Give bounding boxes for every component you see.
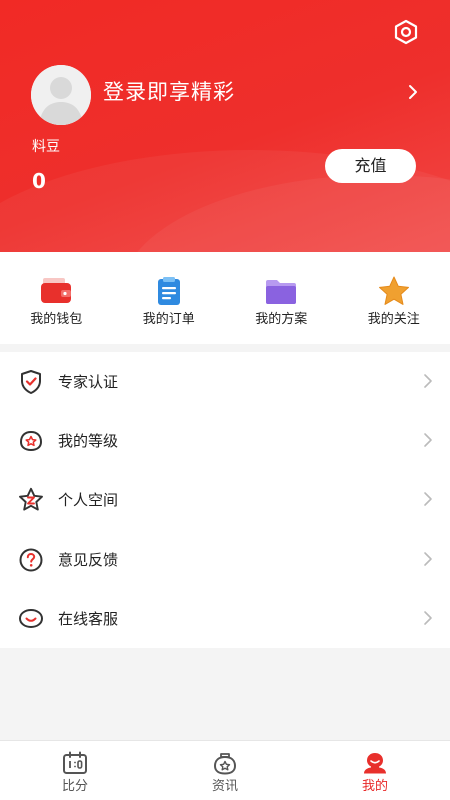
shield-check-icon: [21, 370, 41, 394]
quick-item-plans[interactable]: 我的方案: [225, 252, 338, 344]
quick-actions: 我的钱包 我的订单 我的方案 我的关注: [0, 252, 450, 344]
settings-menu: 专家认证 我的等级 个人空间 意见反馈 在线客服: [0, 352, 450, 648]
menu-item-online-service[interactable]: 在线客服: [0, 589, 450, 648]
menu-item-expert-certification[interactable]: 专家认证: [0, 352, 450, 411]
folder-icon: [266, 280, 297, 304]
default-avatar-icon: [31, 65, 91, 125]
chevron-right-icon: [424, 433, 432, 447]
quick-item-label: 我的钱包: [30, 312, 83, 327]
coin-label: 料豆: [32, 139, 60, 155]
personal-space-star-icon: [19, 488, 43, 511]
order-clipboard-icon: [157, 277, 180, 305]
question-icon: [19, 548, 43, 572]
chevron-right-icon: [424, 551, 432, 566]
quick-item-orders[interactable]: 我的订单: [113, 252, 226, 344]
settings-hexagon-icon: [394, 19, 418, 45]
menu-item-label: 个人空间: [58, 491, 119, 510]
avatar[interactable]: [31, 65, 91, 125]
menu-item-label: 专家认证: [58, 373, 119, 391]
chat-bubble-icon: [18, 608, 44, 628]
tab-mine[interactable]: 我的: [300, 741, 450, 800]
coin-balance: 0: [32, 169, 46, 193]
chevron-right-icon[interactable]: [402, 81, 424, 103]
news-icon: [213, 753, 237, 775]
tab-label: 我的: [361, 779, 388, 794]
chevron-right-icon: [424, 374, 432, 388]
recharge-button[interactable]: 充值: [325, 149, 416, 183]
wallet-icon: [41, 278, 72, 303]
quick-item-label: 我的订单: [142, 312, 195, 327]
chevron-right-icon: [424, 492, 432, 507]
tab-score[interactable]: 比分: [0, 741, 150, 800]
level-star-icon: [19, 431, 43, 452]
menu-item-personal-space[interactable]: 个人空间: [0, 470, 450, 529]
star-icon: [378, 276, 409, 305]
menu-item-label: 我的等级: [58, 432, 119, 451]
menu-item-label: 在线客服: [58, 609, 119, 628]
menu-item-feedback[interactable]: 意见反馈: [0, 530, 450, 589]
quick-item-label: 我的关注: [367, 312, 420, 327]
tab-label: 资讯: [211, 779, 238, 794]
scoreboard-icon: [63, 751, 87, 774]
menu-item-label: 意见反馈: [58, 550, 119, 569]
quick-item-label: 我的方案: [255, 312, 308, 327]
chevron-right-icon: [424, 610, 432, 625]
menu-item-my-level[interactable]: 我的等级: [0, 411, 450, 470]
profile-icon: [364, 753, 386, 774]
login-prompt-link[interactable]: 登录即享精彩: [103, 78, 235, 106]
quick-item-wallet[interactable]: 我的钱包: [0, 252, 113, 344]
profile-header: 登录即享精彩 料豆 0 充值: [0, 0, 450, 252]
bottom-tab-bar: 比分 资讯 我的: [0, 740, 450, 800]
settings-button[interactable]: [392, 18, 420, 46]
quick-item-follows[interactable]: 我的关注: [338, 252, 450, 344]
tab-label: 比分: [61, 779, 88, 794]
tab-news[interactable]: 资讯: [150, 741, 300, 800]
